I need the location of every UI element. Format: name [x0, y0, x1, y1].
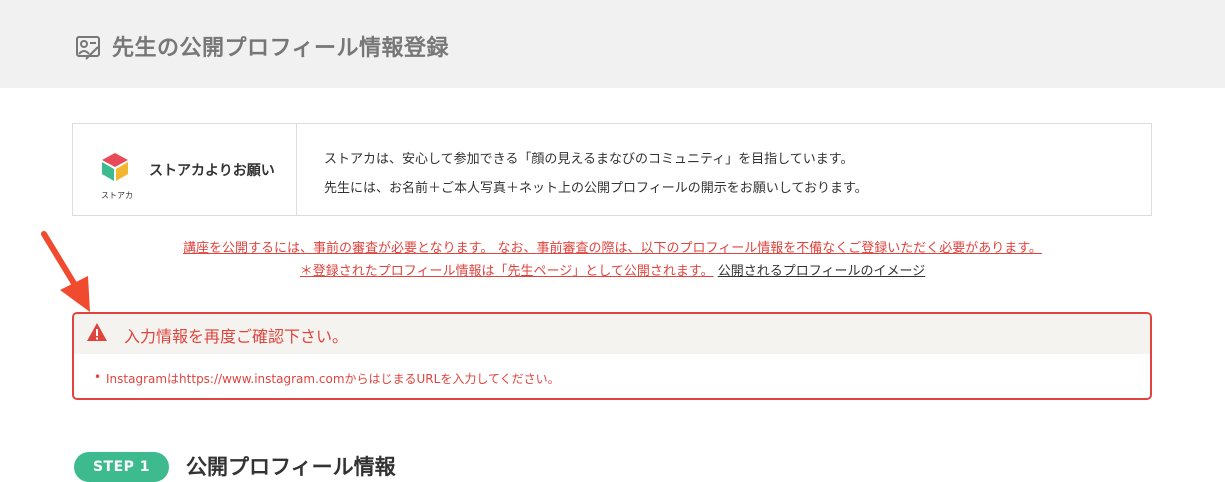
step-badge: STEP 1 — [74, 452, 169, 482]
storeaca-logo-icon — [102, 153, 128, 181]
error-box: 入力情報を再度ご確認下さい。 Instagramはhttps://www.ins… — [72, 312, 1152, 400]
logo-text: ストアカ — [101, 191, 133, 200]
notice-line-1: ストアカは、安心して参加できる「顔の見えるまなびのコミュニティ」を目指しています… — [324, 152, 854, 167]
error-header: 入力情報を再度ご確認下さい。 — [74, 314, 1150, 354]
error-item: Instagramはhttps://www.instagram.comからはじま… — [94, 370, 560, 387]
warning-icon — [87, 323, 107, 341]
notice-box: ストアカ ストアカよりお願い ストアカは、安心して参加できる「顔の見えるまなびの… — [72, 123, 1152, 216]
page-title: 先生の公開プロフィール情報登録 — [112, 36, 450, 61]
publish-notice-text[interactable]: ＊登録されたプロフィール情報は「先生ページ」として公開されます。 — [300, 264, 714, 279]
profile-preview-link[interactable]: 公開されるプロフィールのイメージ — [718, 264, 925, 279]
red-arrow-icon — [41, 231, 90, 312]
publish-notice: ＊登録されたプロフィール情報は「先生ページ」として公開されます。 公開されるプロ… — [0, 260, 1225, 279]
step-title: 公開プロフィール情報 — [186, 455, 396, 479]
review-requirement-link[interactable]: 講座を公開するには、事前の審査が必要となります。 なお、事前審査の際は、以下のプ… — [0, 237, 1225, 256]
profile-edit-icon — [76, 36, 100, 60]
notice-label-cell: ストアカ ストアカよりお願い — [73, 124, 297, 215]
error-title: 入力情報を再度ご確認下さい。 — [124, 327, 349, 346]
page-header: 先生の公開プロフィール情報登録 — [0, 0, 1225, 88]
notice-title: ストアカよりお願い — [149, 163, 275, 179]
notice-line-2: 先生には、お名前＋ご本人写真＋ネット上の公開プロフィールの開示をお願いしておりま… — [324, 181, 868, 196]
